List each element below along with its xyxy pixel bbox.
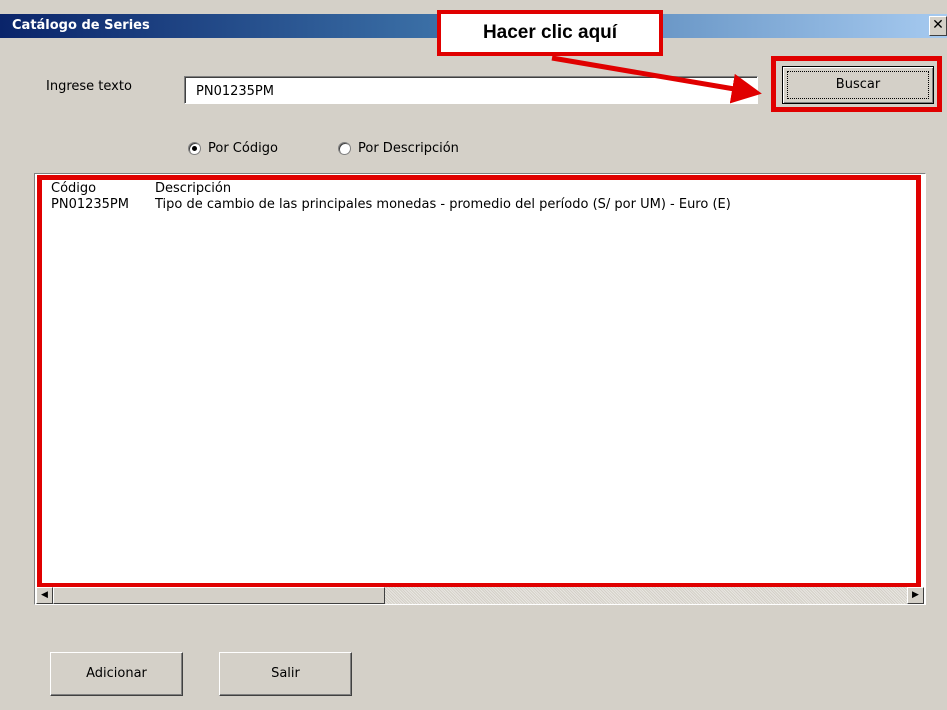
radio-por-codigo[interactable]: Por Código bbox=[188, 141, 278, 156]
add-button-label: Adicionar bbox=[86, 666, 147, 681]
highlight-box-results bbox=[37, 175, 921, 588]
close-button[interactable]: ✕ bbox=[929, 16, 947, 36]
instruction-callout: Hacer clic aquí bbox=[437, 10, 663, 56]
scroll-right-icon: ▶ bbox=[912, 590, 919, 600]
scroll-left-button[interactable]: ◀ bbox=[36, 587, 53, 604]
add-button[interactable]: Adicionar bbox=[50, 652, 183, 696]
radio-label: Por Código bbox=[208, 141, 278, 156]
horizontal-scrollbar[interactable]: ◀ ▶ bbox=[36, 587, 924, 604]
scroll-left-icon: ◀ bbox=[41, 590, 48, 600]
close-icon: ✕ bbox=[932, 17, 944, 33]
radio-label: Por Descripción bbox=[358, 141, 459, 156]
exit-button[interactable]: Salir bbox=[219, 652, 352, 696]
exit-button-label: Salir bbox=[271, 666, 300, 681]
radio-checked-icon bbox=[188, 142, 201, 155]
scroll-right-button[interactable]: ▶ bbox=[907, 587, 924, 604]
window-title: Catálogo de Series bbox=[12, 18, 150, 33]
callout-text: Hacer clic aquí bbox=[482, 22, 618, 43]
highlight-box-search-button bbox=[771, 56, 942, 112]
scroll-thumb[interactable] bbox=[53, 587, 385, 604]
search-label: Ingrese texto bbox=[46, 79, 132, 94]
search-input[interactable]: PN01235PM bbox=[184, 76, 758, 104]
radio-unchecked-icon bbox=[338, 142, 351, 155]
radio-por-descripcion[interactable]: Por Descripción bbox=[338, 141, 459, 156]
